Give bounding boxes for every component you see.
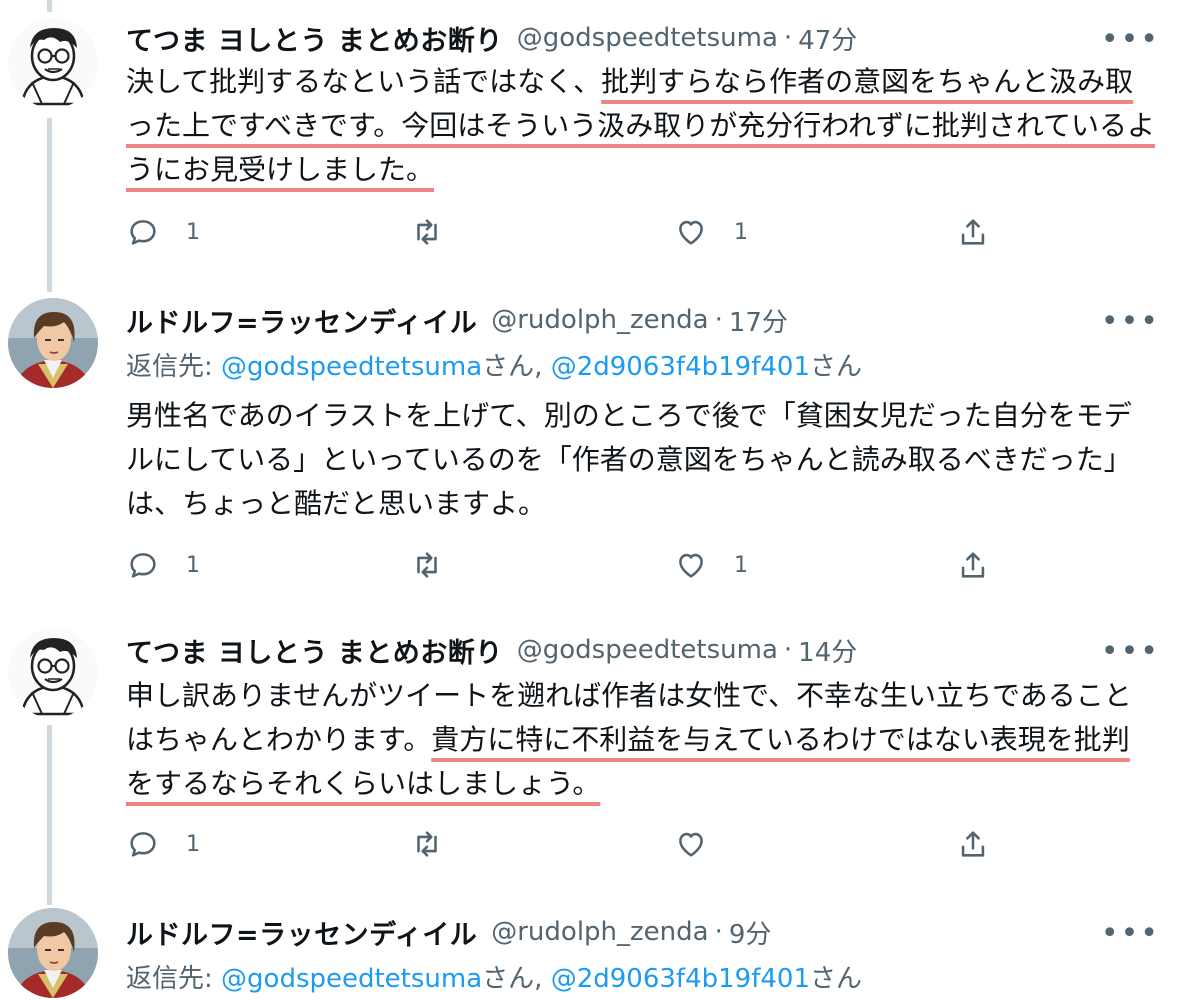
- heart-icon: [679, 220, 703, 245]
- separator-dot: ·: [714, 917, 723, 947]
- reply-count: 1: [186, 831, 200, 857]
- user-handle[interactable]: @godspeedtetsuma: [517, 635, 778, 665]
- user-handle[interactable]: @rudolph_zenda: [491, 305, 708, 335]
- heart-icon: [679, 832, 703, 857]
- share-icon: [961, 552, 985, 578]
- tweet-text: 決して批判するなという話ではなく、批判すらなら作者の意図をちゃんと汲み取った上で…: [126, 60, 1156, 192]
- replying-to-label: 返信先:: [126, 352, 222, 382]
- display-name[interactable]: ルドルフ=ラッセンディイル: [126, 301, 477, 340]
- tweet[interactable]: ルドルフ=ラッセンディイル @rudolph_zenda · 9分 ••• 返信…: [0, 900, 1200, 1000]
- like-button[interactable]: [674, 824, 734, 864]
- mention-link[interactable]: @godspeedtetsuma: [221, 352, 482, 382]
- tweet-text-part: 決して批判するなという話ではなく、: [126, 65, 602, 98]
- retweet-icon: [417, 552, 437, 578]
- tweet-header: てつま ヨしとう まとめお断り @godspeedtetsuma · 14分: [126, 630, 857, 670]
- user-handle[interactable]: @godspeedtetsuma: [517, 23, 778, 53]
- tweet-header: てつま ヨしとう まとめお断り @godspeedtetsuma · 47分: [126, 18, 857, 58]
- action-bar: 1: [126, 824, 1006, 864]
- timestamp[interactable]: 9分: [729, 914, 772, 951]
- retweet-button[interactable]: [410, 545, 444, 585]
- tweet-text: 男性名であのイラストを上げて、別のところで後で「貧困女児だった自分をモデルにして…: [126, 399, 1132, 520]
- mention-link[interactable]: @2d9063f4b19f401: [551, 964, 810, 994]
- timestamp[interactable]: 14分: [798, 632, 857, 669]
- action-bar: 1 1: [126, 545, 1006, 585]
- avatar-anime-character-icon: [8, 298, 98, 388]
- more-dots-icon[interactable]: •••: [1101, 637, 1160, 672]
- timestamp[interactable]: 17分: [729, 302, 788, 339]
- avatar[interactable]: [8, 628, 98, 718]
- separator-dot: ·: [783, 23, 793, 53]
- avatar[interactable]: [8, 298, 98, 388]
- reply-bubble-icon: [130, 220, 156, 245]
- reply-bubble-icon: [130, 832, 156, 857]
- share-icon: [961, 831, 985, 857]
- like-count: 1: [734, 552, 748, 578]
- like-count: 1: [734, 219, 748, 245]
- share-button[interactable]: [956, 545, 990, 585]
- mention-link[interactable]: @godspeedtetsuma: [221, 964, 482, 994]
- share-icon: [961, 219, 985, 245]
- avatar-cartoon-glasses-icon: [8, 628, 98, 718]
- timestamp[interactable]: 47分: [798, 20, 857, 57]
- retweet-button[interactable]: [410, 212, 444, 252]
- reply-button[interactable]: 1: [126, 824, 200, 864]
- avatar-anime-character-icon: [8, 908, 98, 998]
- tweet[interactable]: ルドルフ=ラッセンディイル @rudolph_zenda · 17分 ••• 返…: [0, 290, 1200, 610]
- avatar-cartoon-glasses-icon: [8, 18, 98, 108]
- honorific: さん: [809, 352, 862, 382]
- heart-icon: [679, 553, 703, 578]
- more-dots-icon[interactable]: •••: [1101, 919, 1160, 954]
- retweet-icon: [417, 831, 437, 857]
- avatar[interactable]: [8, 908, 98, 998]
- replying-to: 返信先: @godspeedtetsumaさん, @2d9063f4b19f40…: [126, 346, 862, 383]
- honorific: さん: [809, 964, 862, 994]
- more-dots-icon[interactable]: •••: [1101, 25, 1160, 60]
- display-name[interactable]: ルドルフ=ラッセンディイル: [126, 913, 477, 952]
- honorific: さん,: [482, 964, 551, 994]
- retweet-icon: [417, 219, 437, 245]
- honorific: さん,: [482, 352, 551, 382]
- tweet-header: ルドルフ=ラッセンディイル @rudolph_zenda · 17分: [126, 300, 788, 340]
- share-button[interactable]: [956, 824, 990, 864]
- display-name[interactable]: てつま ヨしとう まとめお断り: [126, 19, 503, 58]
- action-bar: 1 1: [126, 212, 1006, 252]
- reply-bubble-icon: [130, 553, 156, 578]
- separator-dot: ·: [783, 635, 793, 665]
- tweet-header: ルドルフ=ラッセンディイル @rudolph_zenda · 9分: [126, 912, 771, 952]
- separator-dot: ·: [714, 305, 723, 335]
- mention-link[interactable]: @2d9063f4b19f401: [551, 352, 810, 382]
- reply-button[interactable]: 1: [126, 545, 200, 585]
- like-button[interactable]: 1: [674, 545, 748, 585]
- more-dots-icon[interactable]: •••: [1101, 307, 1160, 342]
- avatar[interactable]: [8, 18, 98, 108]
- tweet[interactable]: てつま ヨしとう まとめお断り @godspeedtetsuma · 14分 •…: [0, 610, 1200, 900]
- display-name[interactable]: てつま ヨしとう まとめお断り: [126, 631, 503, 670]
- reply-count: 1: [186, 552, 200, 578]
- reply-count: 1: [186, 219, 200, 245]
- user-handle[interactable]: @rudolph_zenda: [491, 917, 708, 947]
- like-button[interactable]: 1: [674, 212, 748, 252]
- retweet-button[interactable]: [410, 824, 444, 864]
- share-button[interactable]: [956, 212, 990, 252]
- tweet[interactable]: てつま ヨしとう まとめお断り @godspeedtetsuma · 47分 •…: [0, 0, 1200, 290]
- replying-to: 返信先: @godspeedtetsumaさん, @2d9063f4b19f40…: [126, 958, 862, 995]
- reply-button[interactable]: 1: [126, 212, 200, 252]
- tweet-text: 申し訳ありませんがツイートを遡れば作者は女性で、不幸な生い立ちであることはちゃん…: [126, 674, 1156, 806]
- replying-to-label: 返信先:: [126, 964, 222, 994]
